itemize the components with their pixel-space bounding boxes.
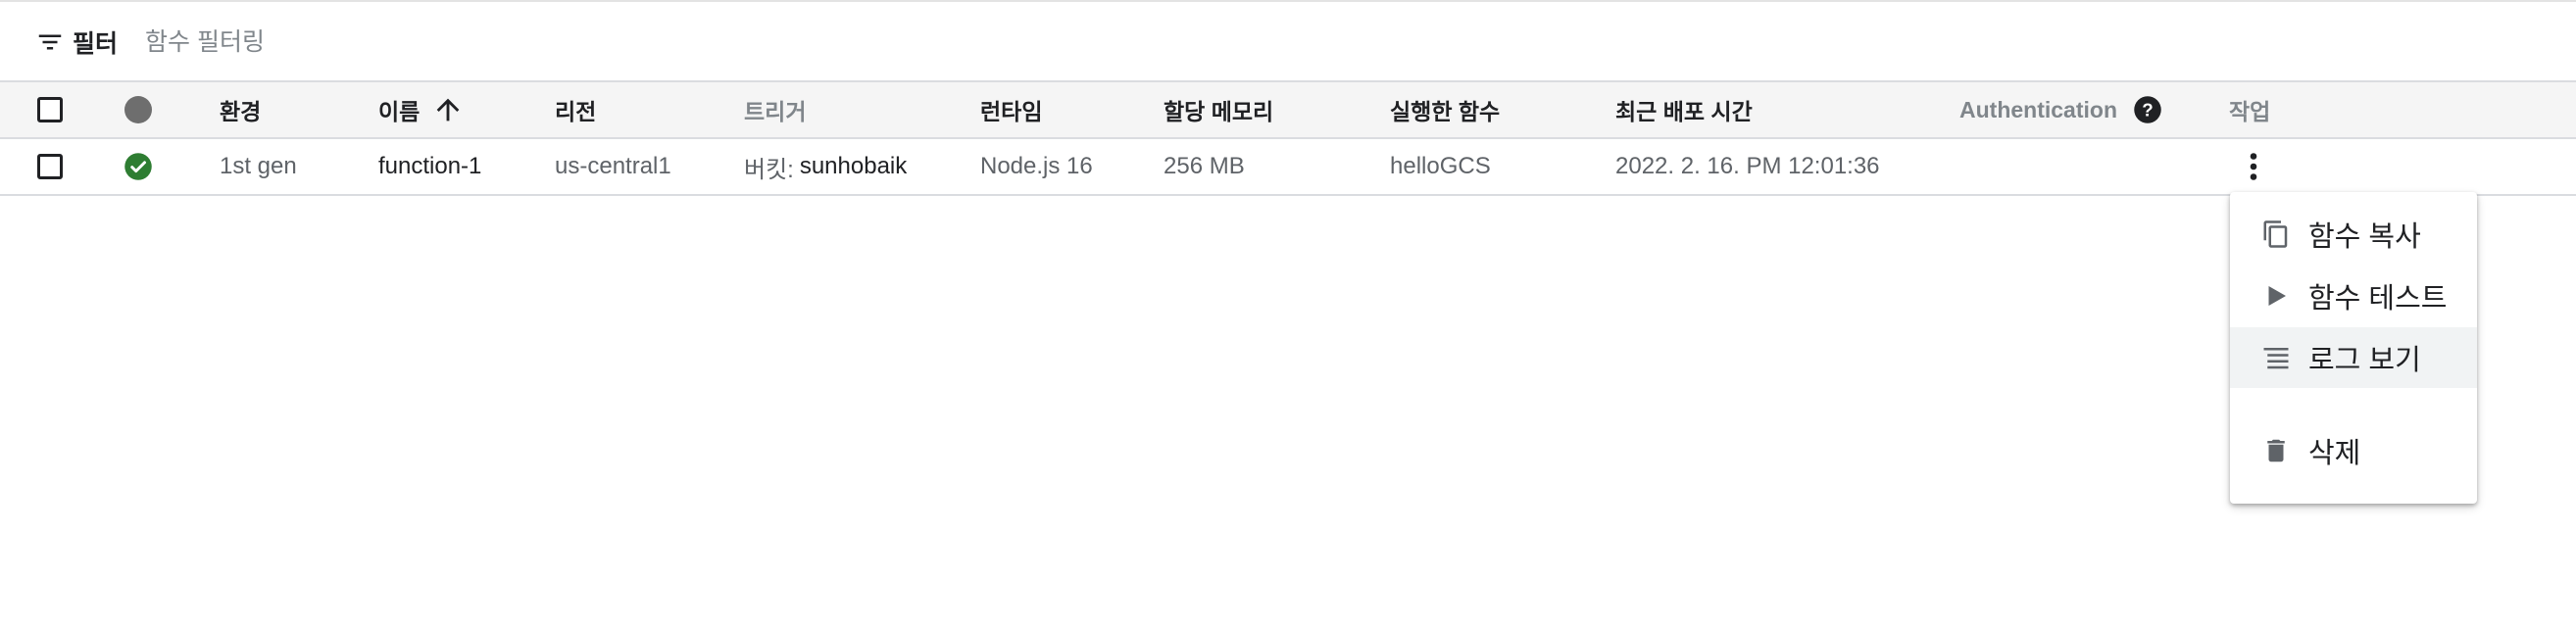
menu-item-view-logs[interactable]: 로그 보기 bbox=[2230, 327, 2477, 388]
logs-icon bbox=[2263, 348, 2289, 369]
row-runtime: Node.js 16 bbox=[980, 153, 1093, 179]
filter-bar: 필터 bbox=[0, 2, 2576, 82]
status-header bbox=[124, 82, 152, 137]
select-all-cell bbox=[37, 82, 63, 137]
column-header-trigger: 트리거 bbox=[744, 99, 807, 124]
row-status bbox=[124, 139, 153, 194]
play-icon bbox=[2268, 286, 2286, 306]
column-header-memory[interactable]: 할당 메모리 bbox=[1164, 82, 1273, 137]
filter-input[interactable] bbox=[145, 24, 1027, 61]
column-header-name-label: 이름 bbox=[378, 99, 421, 124]
help-icon[interactable]: ? bbox=[2133, 95, 2162, 124]
filter-button[interactable]: 필터 bbox=[35, 25, 118, 59]
actions-menu: 함수 복사 함수 테스트 로그 보기 삭제 bbox=[2230, 192, 2477, 504]
column-header-last-deployed[interactable]: 최근 배포 시간 bbox=[1615, 82, 1753, 137]
row-entry-point: helloGCS bbox=[1390, 153, 1491, 179]
column-header-name[interactable]: 이름 bbox=[378, 82, 465, 137]
table-header: 환경 이름 리전 트리거 런타임 할당 메모리 실행한 함수 최근 배포 시간 … bbox=[0, 82, 2576, 139]
menu-item-test-function[interactable]: 함수 테스트 bbox=[2230, 266, 2477, 326]
column-header-authentication: Authentication ? bbox=[1959, 82, 2162, 137]
column-header-region[interactable]: 리전 bbox=[555, 82, 596, 137]
column-header-runtime[interactable]: 런타임 bbox=[980, 82, 1042, 137]
menu-item-label: 삭제 bbox=[2308, 438, 2361, 469]
row-checkbox[interactable] bbox=[37, 154, 63, 179]
row-region: us-central1 bbox=[555, 153, 671, 179]
table-row: 1st gen function-1 us-central1 버킷: sunho… bbox=[0, 139, 2576, 196]
menu-item-delete[interactable]: 삭제 bbox=[2230, 420, 2477, 481]
row-select-cell bbox=[37, 139, 63, 194]
row-memory: 256 MB bbox=[1164, 153, 1245, 179]
menu-item-copy-function[interactable]: 함수 복사 bbox=[2230, 204, 2477, 265]
column-header-entry-point[interactable]: 실행한 함수 bbox=[1390, 82, 1500, 137]
column-header-environment[interactable]: 환경 bbox=[220, 82, 261, 137]
filter-button-label: 필터 bbox=[73, 30, 119, 58]
svg-text:?: ? bbox=[2142, 99, 2153, 120]
trigger-bucket-link[interactable]: sunhobaik bbox=[800, 153, 907, 180]
filter-icon bbox=[38, 34, 62, 50]
menu-item-label: 로그 보기 bbox=[2308, 345, 2421, 376]
row-trigger: 버킷: sunhobaik bbox=[744, 139, 907, 194]
column-header-authentication-label: Authentication bbox=[1959, 96, 2117, 122]
arrow-up-icon bbox=[436, 98, 460, 121]
menu-item-label: 함수 복사 bbox=[2308, 221, 2421, 253]
row-last-deployed: 2022. 2. 16. PM 12:01:36 bbox=[1615, 153, 1880, 179]
function-name-link[interactable]: function-1 bbox=[378, 139, 481, 194]
delete-icon bbox=[2267, 439, 2285, 462]
more-vert-icon bbox=[2250, 153, 2257, 180]
more-actions-button[interactable] bbox=[2234, 147, 2273, 186]
column-header-actions: 작업 bbox=[2229, 99, 2271, 124]
row-actions-cell bbox=[2234, 139, 2273, 194]
copy-icon bbox=[2263, 220, 2288, 248]
check-circle-icon bbox=[124, 153, 152, 180]
select-all-checkbox[interactable] bbox=[37, 97, 63, 122]
menu-item-label: 함수 테스트 bbox=[2308, 283, 2448, 315]
row-environment: 1st gen bbox=[220, 153, 297, 179]
circle-icon bbox=[124, 96, 152, 123]
trigger-prefix: 버킷: bbox=[744, 156, 794, 183]
